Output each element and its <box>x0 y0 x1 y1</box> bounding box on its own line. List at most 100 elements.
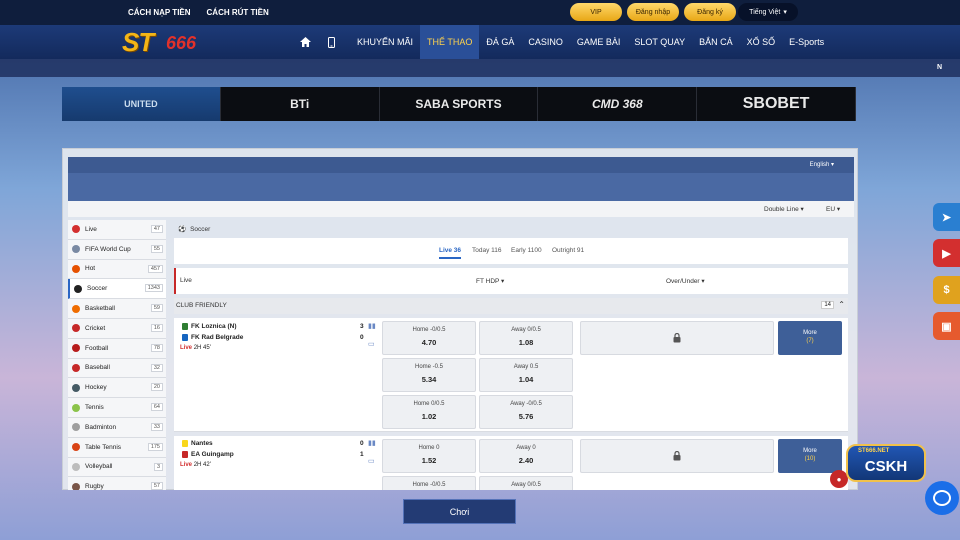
sportsbook-language[interactable]: English ▾ <box>810 161 834 168</box>
odds-away[interactable]: Away 0/0.5 <box>479 476 573 490</box>
nav-promotions[interactable]: KHUYẾN MÃI <box>350 25 420 59</box>
sidebar-item-rugby[interactable]: Rugby 57 <box>68 477 166 490</box>
stats-icon[interactable]: ▮▮ <box>368 439 376 447</box>
sidebar-item-label: Live <box>85 225 97 233</box>
sidebar-item-cricket[interactable]: Cricket 16 <box>68 318 166 339</box>
odds-away[interactable]: Away 0.5 1.04 <box>479 358 573 392</box>
stats-icon[interactable]: ▮▮ <box>368 322 376 330</box>
nav-esports[interactable]: E-Sports <box>782 25 831 59</box>
sidebar-item-count: 1343 <box>144 284 163 293</box>
telegram-icon[interactable]: ➤ <box>933 203 960 231</box>
tv-icon[interactable]: ▭ <box>368 340 375 348</box>
top-bar: CÁCH NẠP TIỀN CÁCH RÚT TIỀN VIP Đăng nhậ… <box>0 0 960 25</box>
header-live: Live <box>180 277 192 284</box>
sidebar-item-tennis[interactable]: Tennis 64 <box>68 398 166 418</box>
youtube-icon[interactable]: ▶ <box>933 239 960 267</box>
chat-icon[interactable] <box>925 481 959 515</box>
odds-value: 1.52 <box>421 456 437 465</box>
tab-outright[interactable]: Outright 91 <box>552 247 584 254</box>
login-button[interactable]: Đăng nhập <box>627 3 679 21</box>
away-team-name: EA Guingamp <box>191 451 234 458</box>
mobile-icon[interactable] <box>324 25 338 59</box>
sidebar-item-soccer[interactable]: Soccer 1343 <box>68 279 166 300</box>
nav-sports[interactable]: THỂ THAO <box>420 25 480 59</box>
lock-icon <box>673 333 681 343</box>
deposit-icon[interactable]: $ <box>933 276 960 304</box>
league-name: CLUB FRIENDLY <box>176 302 227 309</box>
sidebar-item-count: 64 <box>150 403 163 412</box>
tab-today[interactable]: Today 116 <box>472 247 502 254</box>
sidebar-item-count: 16 <box>150 323 163 332</box>
odds-home[interactable]: Home -0.5 5.34 <box>382 358 476 392</box>
odds-home[interactable]: Home -0/0.5 4.70 <box>382 321 476 355</box>
team-crest-icon <box>182 451 188 458</box>
nav-cockfight[interactable]: ĐÁ GÀ <box>479 25 521 59</box>
sport-icon <box>72 423 80 432</box>
breadcrumb: ⚽ Soccer <box>172 220 848 238</box>
withdraw-guide-link[interactable]: CÁCH RÚT TIỀN <box>207 8 269 17</box>
sidebar-item-fifa-world-cup[interactable]: FIFA World Cup 55 <box>68 239 166 260</box>
provider-sbobet[interactable]: SBOBET <box>697 87 856 121</box>
sidebar-item-label: Soccer <box>87 285 108 293</box>
sidebar-item-football[interactable]: Football 78 <box>68 338 166 359</box>
provider-cmd368[interactable]: CMD 368 <box>538 87 698 121</box>
tab-early[interactable]: Early 1100 <box>511 247 542 254</box>
more-markets-button[interactable]: More (10) <box>778 439 842 473</box>
sidebar-item-hockey[interactable]: Hockey 20 <box>68 378 166 399</box>
nav-fishing[interactable]: BẮN CÁ <box>692 25 740 59</box>
market-header: Live FT HDP ▾ Over/Under ▾ <box>174 268 848 294</box>
sport-icon <box>72 264 80 273</box>
vip-button[interactable]: VIP <box>570 3 622 21</box>
league-header[interactable]: CLUB FRIENDLY 14 ⌃ <box>174 298 848 314</box>
sidebar-item-count: 457 <box>147 264 163 273</box>
customer-support-button[interactable]: ST666.NET CSKH <box>846 444 926 482</box>
sidebar-item-baseball[interactable]: Baseball 32 <box>68 358 166 379</box>
register-button[interactable]: Đăng ký <box>684 3 736 21</box>
odds-home[interactable]: Home 0/0.5 1.02 <box>382 395 476 429</box>
home-score: 0 <box>360 440 364 447</box>
nav-slots[interactable]: SLOT QUAY <box>627 25 692 59</box>
sidebar-item-badminton[interactable]: Badminton 33 <box>68 417 166 438</box>
language-select[interactable]: Tiếng Việt ▾ <box>738 3 798 21</box>
home-score: 3 <box>360 323 364 330</box>
provider-united[interactable]: UNITED <box>62 87 221 121</box>
odds-value: 4.70 <box>421 338 437 347</box>
odds-away[interactable]: Away 0 2.40 <box>479 439 573 473</box>
odds-home[interactable]: Home -0/0.5 <box>382 476 476 490</box>
more-markets-button[interactable]: More (7) <box>778 321 842 355</box>
nav-card-games[interactable]: GAME BÀI <box>570 25 628 59</box>
nav-casino[interactable]: CASINO <box>521 25 570 59</box>
home-icon[interactable] <box>298 25 312 59</box>
sidebar-item-table-tennis[interactable]: Table Tennis 175 <box>68 437 166 458</box>
tab-live[interactable]: Live 36 <box>439 247 462 259</box>
sidebar-item-basketball[interactable]: Basketball 59 <box>68 299 166 319</box>
odds-type-select[interactable]: EU ▾ <box>826 205 840 213</box>
odds-away[interactable]: Away 0/0.5 1.08 <box>479 321 573 355</box>
sidebar-item-count: 47 <box>150 225 163 233</box>
header-over-under[interactable]: Over/Under ▾ <box>666 277 705 285</box>
sidebar-item-hot[interactable]: Hot 457 <box>68 259 166 280</box>
odds-home[interactable]: Home 0 1.52 <box>382 439 476 473</box>
line-type-select[interactable]: Double Line ▾ <box>764 205 804 213</box>
deposit-guide-link[interactable]: CÁCH NẠP TIỀN <box>128 8 191 17</box>
provider-saba[interactable]: SABA SPORTS <box>379 87 539 121</box>
nav-lottery[interactable]: XỔ SỐ <box>740 25 783 59</box>
live-status: Live 2H 45' <box>180 345 211 351</box>
main-nav: ST 666 KHUYẾN MÃI THỂ THAO ĐÁ GÀ CASINO … <box>0 25 960 59</box>
sidebar-item-live[interactable]: Live 47 <box>68 220 166 240</box>
tv-icon[interactable]: ▭ <box>368 457 375 465</box>
chevron-up-icon[interactable]: ⌃ <box>838 300 845 309</box>
history-icon[interactable]: ▣ <box>933 312 960 340</box>
sidebar-item-count: 33 <box>150 422 163 431</box>
team-crest-icon <box>182 334 188 341</box>
site-logo[interactable]: ST 666 <box>122 27 220 57</box>
provider-bti[interactable]: BTi <box>220 87 380 121</box>
header-ft-hdp[interactable]: FT HDP ▾ <box>476 277 504 285</box>
odds-away[interactable]: Away -0/0.5 5.76 <box>479 395 573 429</box>
locked-market <box>580 321 774 355</box>
strip-letter: N <box>936 64 942 71</box>
play-button[interactable]: Chơi <box>403 499 516 524</box>
sidebar-item-count: 57 <box>150 482 163 490</box>
sidebar-item-volleyball[interactable]: Volleyball 3 <box>68 457 166 478</box>
soccer-ball-icon: ⚽ <box>178 226 187 233</box>
